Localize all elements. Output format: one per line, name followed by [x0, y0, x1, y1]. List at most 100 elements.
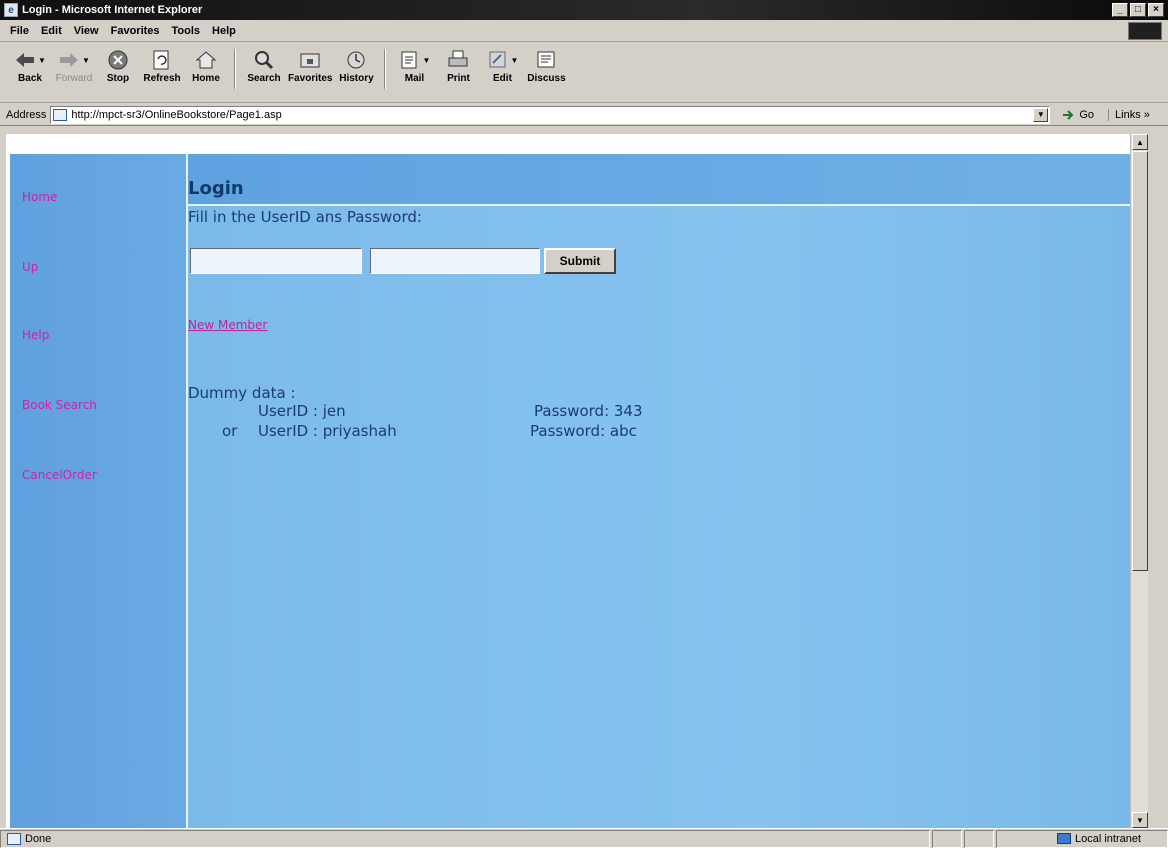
- address-url[interactable]: http://mpct-sr3/OnlineBookstore/Page1.as…: [71, 109, 281, 121]
- page-icon: [53, 108, 68, 121]
- dummy-password-1: Password: 343: [534, 402, 643, 420]
- address-dropdown-icon[interactable]: ▼: [1033, 107, 1049, 122]
- dummy-userid-2: UserID : priyashah: [258, 422, 397, 440]
- stop-label: Stop: [106, 73, 130, 84]
- vertical-scrollbar[interactable]: ▲ ▼: [1130, 134, 1148, 828]
- history-icon: [345, 47, 367, 73]
- dummy-or: or: [222, 422, 238, 440]
- go-arrow-icon: [1063, 109, 1074, 120]
- dummy-password-2: Password: abc: [530, 422, 637, 440]
- stop-button[interactable]: Stop: [98, 47, 138, 84]
- refresh-label: Refresh: [143, 73, 181, 84]
- intranet-zone-icon: [1057, 833, 1071, 844]
- menu-file[interactable]: File: [4, 25, 35, 37]
- address-bar: Address http://mpct-sr3/OnlineBookstore/…: [0, 104, 1168, 126]
- back-arrow-icon: ▼: [14, 47, 46, 73]
- nav-link-cancel-order[interactable]: CancelOrder: [22, 468, 97, 482]
- edit-icon: ▼: [487, 47, 519, 73]
- print-icon: [447, 47, 469, 73]
- go-button[interactable]: Go: [1062, 109, 1094, 121]
- links-button[interactable]: Links »: [1108, 108, 1150, 121]
- print-label: Print: [447, 73, 470, 84]
- edit-dropdown-icon[interactable]: ▼: [511, 56, 519, 65]
- back-button[interactable]: ▼ Back: [10, 47, 50, 84]
- search-button[interactable]: Search: [244, 47, 284, 84]
- password-input[interactable]: [370, 248, 540, 274]
- mail-icon: ▼: [399, 47, 431, 73]
- back-label: Back: [18, 73, 42, 84]
- discuss-icon: [535, 47, 557, 73]
- favorites-button[interactable]: Favorites: [288, 47, 332, 84]
- status-bar: Done Local intranet: [0, 828, 1168, 848]
- maximize-button[interactable]: □: [1130, 3, 1146, 17]
- menu-tools[interactable]: Tools: [166, 25, 207, 37]
- status-panel: [932, 829, 962, 848]
- forward-button[interactable]: ▼ Forward: [54, 47, 94, 84]
- toolbar-separator: [234, 49, 236, 89]
- standard-toolbar: ▼ Back ▼ Forward Stop Refresh Home Searc…: [0, 43, 1168, 103]
- toolbar-separator: [384, 49, 387, 89]
- userid-input[interactable]: [190, 248, 362, 274]
- minimize-button[interactable]: _: [1112, 3, 1128, 17]
- edit-label: Edit: [493, 73, 512, 84]
- menu-favorites[interactable]: Favorites: [105, 25, 166, 37]
- dummy-userid-1: UserID : jen: [258, 402, 346, 420]
- history-label: History: [339, 73, 374, 84]
- forward-label: Forward: [55, 73, 93, 84]
- mail-button[interactable]: ▼ Mail: [394, 47, 434, 84]
- scroll-up-icon[interactable]: ▲: [1132, 134, 1148, 150]
- back-dropdown-icon[interactable]: ▼: [38, 56, 46, 65]
- security-zone-label: Local intranet: [1075, 832, 1142, 845]
- page-header-band: [188, 154, 1134, 206]
- ie-page-icon: e: [4, 3, 18, 17]
- main-content: Login Fill in the UserID ans Password: S…: [186, 154, 1134, 828]
- window-title-bar: e Login - Microsoft Internet Explorer _ …: [0, 0, 1168, 20]
- mail-label: Mail: [404, 73, 425, 84]
- close-button[interactable]: ×: [1148, 3, 1164, 17]
- nav-link-book-search[interactable]: Book Search: [22, 398, 97, 412]
- favorites-icon: [299, 47, 321, 73]
- home-button[interactable]: Home: [186, 47, 226, 84]
- discuss-button[interactable]: Discuss: [526, 47, 566, 84]
- new-member-link[interactable]: New Member: [188, 318, 267, 332]
- status-message: Done: [0, 829, 930, 848]
- nav-link-help[interactable]: Help: [22, 328, 49, 342]
- search-icon: [253, 47, 275, 73]
- nav-link-home[interactable]: Home: [22, 190, 57, 204]
- address-label: Address: [6, 108, 47, 121]
- menu-bar: File Edit View Favorites Tools Help: [0, 20, 1168, 42]
- home-icon: [195, 47, 217, 73]
- search-label: Search: [247, 73, 281, 84]
- scroll-down-icon[interactable]: ▼: [1132, 812, 1148, 828]
- login-instruction: Fill in the UserID ans Password:: [188, 208, 422, 226]
- page-title: Login: [188, 178, 244, 199]
- window-title: Login - Microsoft Internet Explorer: [22, 4, 203, 16]
- menu-view[interactable]: View: [68, 25, 105, 37]
- window-controls: _ □ ×: [1112, 3, 1164, 17]
- print-button[interactable]: Print: [438, 47, 478, 84]
- page-done-icon: [7, 832, 21, 845]
- nav-link-up[interactable]: Up: [22, 260, 38, 274]
- mail-dropdown-icon[interactable]: ▼: [423, 56, 431, 65]
- submit-button[interactable]: Submit: [544, 248, 616, 274]
- navigation-sidebar: Home Up Help Book Search CancelOrder: [10, 154, 186, 828]
- scrollbar-thumb[interactable]: [1132, 151, 1148, 571]
- menu-help[interactable]: Help: [206, 25, 242, 37]
- ie-throbber-logo: [1128, 22, 1162, 40]
- history-button[interactable]: History: [336, 47, 376, 84]
- favorites-label: Favorites: [288, 73, 333, 84]
- home-label: Home: [192, 73, 220, 84]
- status-text: Done: [25, 832, 52, 845]
- menu-edit[interactable]: Edit: [35, 25, 68, 37]
- go-label: Go: [1079, 108, 1095, 121]
- refresh-icon: [151, 47, 173, 73]
- page-viewport: Home Up Help Book Search CancelOrder Log…: [6, 134, 1148, 828]
- address-input[interactable]: http://mpct-sr3/OnlineBookstore/Page1.as…: [50, 105, 1051, 124]
- refresh-button[interactable]: Refresh: [142, 47, 182, 84]
- discuss-label: Discuss: [527, 73, 566, 84]
- edit-button[interactable]: ▼ Edit: [482, 47, 522, 84]
- status-panel: [964, 829, 994, 848]
- security-zone: Local intranet: [996, 829, 1168, 848]
- forward-dropdown-icon[interactable]: ▼: [82, 56, 90, 65]
- forward-arrow-icon: ▼: [58, 47, 90, 73]
